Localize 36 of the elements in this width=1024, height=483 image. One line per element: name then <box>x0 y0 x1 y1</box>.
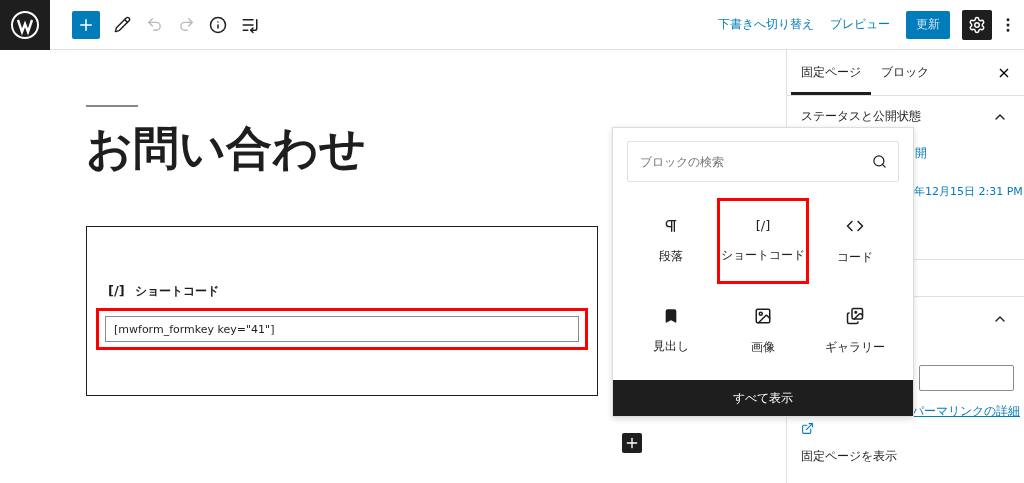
shortcode-icon: [/] <box>108 283 125 301</box>
block-type-item[interactable]: 見出し <box>625 288 717 374</box>
add-block-button[interactable] <box>622 433 642 453</box>
add-block-button[interactable] <box>72 10 100 39</box>
view-page-link[interactable]: 固定ページを表示 <box>787 448 1024 465</box>
wordpress-logo[interactable] <box>0 0 50 50</box>
block-type-item[interactable]: 画像 <box>717 288 809 374</box>
toolbar-link[interactable]: プレビュー <box>822 16 898 33</box>
paragraph-icon <box>663 217 679 234</box>
close-button[interactable]: × <box>984 50 1024 95</box>
toolbar-link[interactable]: 下書きへ切り替え <box>710 16 822 33</box>
block-type-item[interactable]: [/] ショートコード <box>717 198 809 284</box>
block-search-field[interactable]: ブロックの検索 <box>627 141 899 182</box>
image-icon <box>754 306 772 325</box>
gallery-icon <box>846 306 864 325</box>
update-button[interactable]: 更新 <box>906 10 950 39</box>
settings-button[interactable] <box>962 9 992 40</box>
block-label: ショートコード <box>134 283 219 301</box>
plus-icon <box>624 435 640 451</box>
gear-icon <box>968 15 986 34</box>
shortcode-input[interactable]: [mwform_formkey key="41"] <box>105 316 579 343</box>
search-icon <box>872 154 887 169</box>
block-type-item[interactable]: 段落 <box>625 198 717 284</box>
panel-title: ステータスと公開状態 <box>801 108 921 125</box>
sidebar-tab[interactable]: 固定ページ <box>791 50 871 95</box>
shortcode-block[interactable]: [/] ショートコード [mwform_formkey key="41"] <box>86 226 598 397</box>
external-link-icon <box>801 422 814 435</box>
block-type-item[interactable]: コード <box>809 198 901 284</box>
bookmark-icon <box>663 307 679 324</box>
sidebar-tab[interactable]: ブロック <box>871 50 939 95</box>
show-all-button[interactable]: すべて表示 <box>613 380 913 416</box>
info-icon[interactable] <box>208 14 228 35</box>
slug-field[interactable] <box>919 365 1014 391</box>
block-type-item[interactable]: ギャラリー <box>809 288 901 374</box>
shortcode-icon: [/] <box>755 218 771 233</box>
pencil-icon[interactable] <box>112 14 132 35</box>
